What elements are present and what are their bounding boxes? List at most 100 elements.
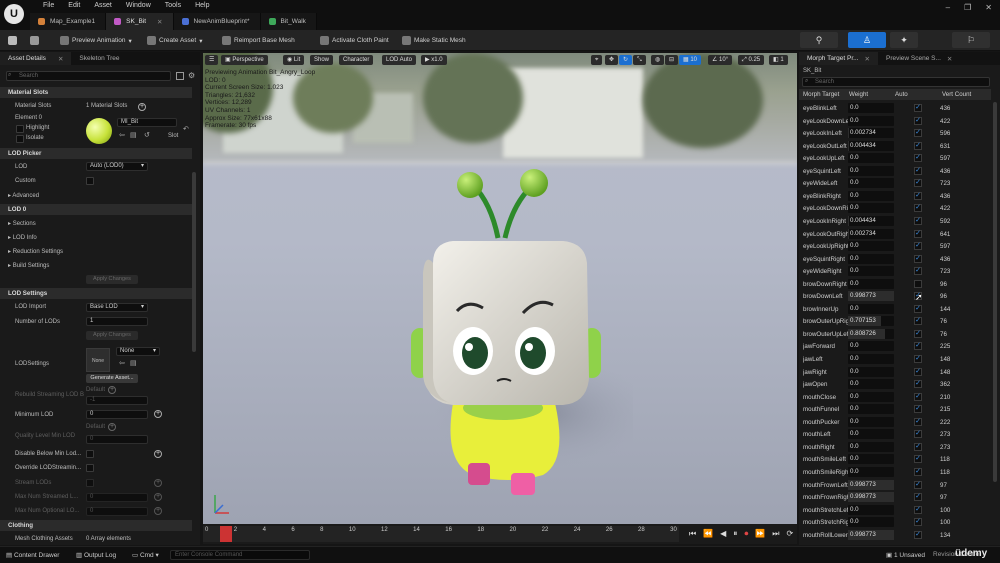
weight-slider[interactable]: 0.0 [848, 416, 894, 427]
auto-checkbox[interactable]: ✓ [914, 367, 922, 376]
menu-file[interactable]: File [36, 1, 61, 11]
weight-slider[interactable]: 0.0 [848, 354, 894, 364]
auto-checkbox[interactable]: ✓ [914, 254, 922, 263]
weight-slider[interactable]: 0.002734 [848, 228, 894, 239]
weight-slider[interactable]: 0.808726 [848, 328, 894, 339]
bit-character-model[interactable] [373, 163, 633, 518]
morph-target-row[interactable]: eyeLookDownRight0.0 ✓ 422 [799, 202, 987, 215]
weight-slider[interactable]: 0.0 [848, 241, 894, 252]
close-tab-icon[interactable]: ✕ [865, 55, 870, 63]
morph-target-row[interactable]: mouthFrownLeft 0.998773 ✓ 97 [799, 479, 987, 492]
output-log-button[interactable]: ▥ Output Log [76, 551, 116, 559]
auto-checkbox[interactable]: ✓ [914, 380, 922, 389]
menu-tools[interactable]: Tools [158, 1, 188, 11]
create-asset-button[interactable]: Create Asset ▾ [147, 34, 202, 47]
lodsettings-dropdown[interactable]: None ▾ [116, 347, 160, 356]
world-local-icon[interactable]: ◍ [651, 55, 665, 65]
close-tab-icon[interactable]: ✕ [58, 55, 63, 63]
morph-target-row[interactable]: jawOpen 0.0 ✓ 362 [799, 378, 987, 391]
weight-slider[interactable]: 0.0 [848, 303, 894, 314]
section-material-slots[interactable]: Material Slots [0, 87, 192, 98]
weight-slider[interactable]: 0.0 [848, 153, 894, 164]
material-name-field[interactable]: MI_Bit [117, 118, 177, 127]
lodsettings-thumbnail[interactable]: None [86, 348, 110, 372]
auto-checkbox[interactable]: ✓ [914, 104, 922, 112]
rotation-snap-button[interactable]: ∠ 10° [708, 55, 733, 65]
override-streaming-checkbox[interactable] [86, 464, 94, 472]
skip-to-start-icon[interactable]: ⏮ [689, 529, 696, 539]
auto-checkbox[interactable]: ✓ [914, 505, 922, 514]
morph-target-row[interactable]: eyeLookInLeft 0.002734 ✓ 596 [799, 127, 987, 140]
tab-new-anim-blueprint[interactable]: NewAnimBlueprint* [173, 13, 261, 30]
weight-slider[interactable]: 0.0 [848, 190, 894, 201]
advanced-toggle[interactable]: ▸ Advanced [8, 192, 39, 199]
auto-checkbox[interactable]: ✓ [914, 154, 922, 163]
lod-import-dropdown[interactable]: Base LOD ▾ [86, 303, 148, 312]
weight-slider[interactable]: 0.0 [848, 203, 894, 214]
morph-target-row[interactable]: mouthFrownRight 0.998773 ✓ 97 [799, 491, 987, 504]
settings-gear-icon[interactable]: ⚙ [188, 71, 195, 80]
auto-checkbox[interactable]: ✓ [914, 355, 922, 363]
morph-target-row[interactable]: mouthFunnel 0.0 ✓ 215 [799, 403, 987, 416]
weight-slider[interactable]: 0.0 [848, 253, 894, 264]
morph-target-row[interactable]: mouthSmileLeft 0.0 ✓ 118 [799, 453, 987, 466]
weight-slider[interactable]: 0.0 [848, 429, 894, 440]
generate-asset-button[interactable]: Generate Asset... [86, 374, 138, 383]
morph-target-row[interactable]: eyeBlinkLeft 0.0 ✓ 436 [799, 102, 987, 115]
lod-dropdown[interactable]: Auto (LOD0) ▾ [86, 162, 148, 171]
build-settings-toggle[interactable]: ▸ Build Settings [8, 262, 49, 269]
close-tab-icon[interactable]: ✕ [947, 55, 952, 63]
morph-target-row[interactable]: eyeSquintLeft 0.0 ✓ 436 [799, 165, 987, 178]
surface-snap-icon[interactable]: ⊟ [665, 55, 679, 65]
max-streamed-field[interactable]: 0 [86, 493, 148, 502]
weight-slider[interactable]: 0.707153 [848, 316, 894, 327]
section-lod0[interactable]: LOD 0 [0, 204, 192, 215]
material-thumbnail[interactable] [86, 118, 112, 144]
grid-view-icon[interactable] [176, 72, 184, 80]
auto-checkbox[interactable]: ✓ [914, 493, 922, 502]
weight-slider[interactable]: 0.0 [848, 466, 894, 477]
weight-slider[interactable]: 0.0 [848, 115, 894, 126]
close-window-icon[interactable]: ✕ [985, 3, 992, 12]
auto-checkbox[interactable]: ✓ [914, 405, 922, 414]
weight-slider[interactable]: 0.0 [848, 379, 894, 390]
morph-target-row[interactable]: eyeLookDownLeft 0.0 ✓ 422 [799, 115, 987, 128]
left-scrollbar[interactable] [192, 172, 196, 352]
scale-icon[interactable]: ⤡ [633, 55, 646, 65]
animation-timeline[interactable]: 0 2 4 6 8 10 12 14 16 18 20 22 24 26 28 30 ⏮ ⏪ ◀ ⏸ ⏺ ⏩ … [203, 524, 797, 544]
close-tab-icon[interactable]: ✕ [157, 18, 162, 26]
morph-target-row[interactable]: mouthSmileRight 0.0 ✓ 118 [799, 466, 987, 479]
auto-checkbox[interactable]: ✓ [914, 191, 922, 200]
quality-level-field[interactable]: 0 [86, 435, 148, 444]
auto-checkbox[interactable]: ✓ [914, 267, 922, 276]
save-icon[interactable] [8, 34, 17, 47]
morph-target-row[interactable]: mouthClose 0.0 ✓ 210 [799, 391, 987, 404]
tab-map-example[interactable]: Map_Example1 [30, 13, 107, 30]
preview-animation-button[interactable]: Preview Animation ▾ [60, 34, 132, 47]
custom-checkbox[interactable] [86, 177, 94, 185]
morph-target-row[interactable]: mouthRight 0.0 ✓ 273 [799, 441, 987, 454]
unsaved-indicator[interactable]: ▣ 1 Unsaved [886, 551, 925, 559]
weight-slider[interactable]: 0.004434 [848, 140, 894, 151]
morph-target-row[interactable]: eyeWideRight 0.0 ✓ 723 [799, 265, 987, 278]
lit-button[interactable]: ◉ Lit [283, 55, 305, 65]
reset-arrow-icon[interactable]: ↶ [183, 125, 189, 133]
apply-changes-lod-button[interactable]: Apply Changes [86, 331, 138, 340]
auto-checkbox[interactable]: ✓ [914, 518, 922, 527]
isolate-checkbox[interactable] [16, 135, 24, 143]
auto-checkbox[interactable]: ✓ [914, 129, 922, 138]
weight-slider[interactable]: 0.0 [848, 103, 894, 113]
grid-snap-button[interactable]: ▦ 10 [679, 55, 702, 65]
auto-checkbox[interactable]: ✓ [914, 141, 922, 150]
morph-target-row[interactable]: mouthLeft 0.0 ✓ 273 [799, 428, 987, 441]
tab-skeleton-tree[interactable]: Skeleton Tree [71, 52, 127, 65]
pause-icon[interactable]: ⏸ [733, 529, 737, 539]
sections-toggle[interactable]: ▸ Sections [8, 220, 36, 227]
select-mode-icon[interactable]: ⌖ [591, 55, 603, 65]
right-scrollbar[interactable] [993, 102, 997, 482]
playback-speed-button[interactable]: ▶ x1.0 [421, 55, 447, 65]
auto-checkbox[interactable]: ✓ [914, 442, 922, 451]
add-icon[interactable]: + [154, 507, 162, 515]
morph-target-row[interactable]: mouthPucker 0.0 ✓ 222 [799, 416, 987, 429]
highlight-checkbox[interactable] [16, 125, 24, 133]
